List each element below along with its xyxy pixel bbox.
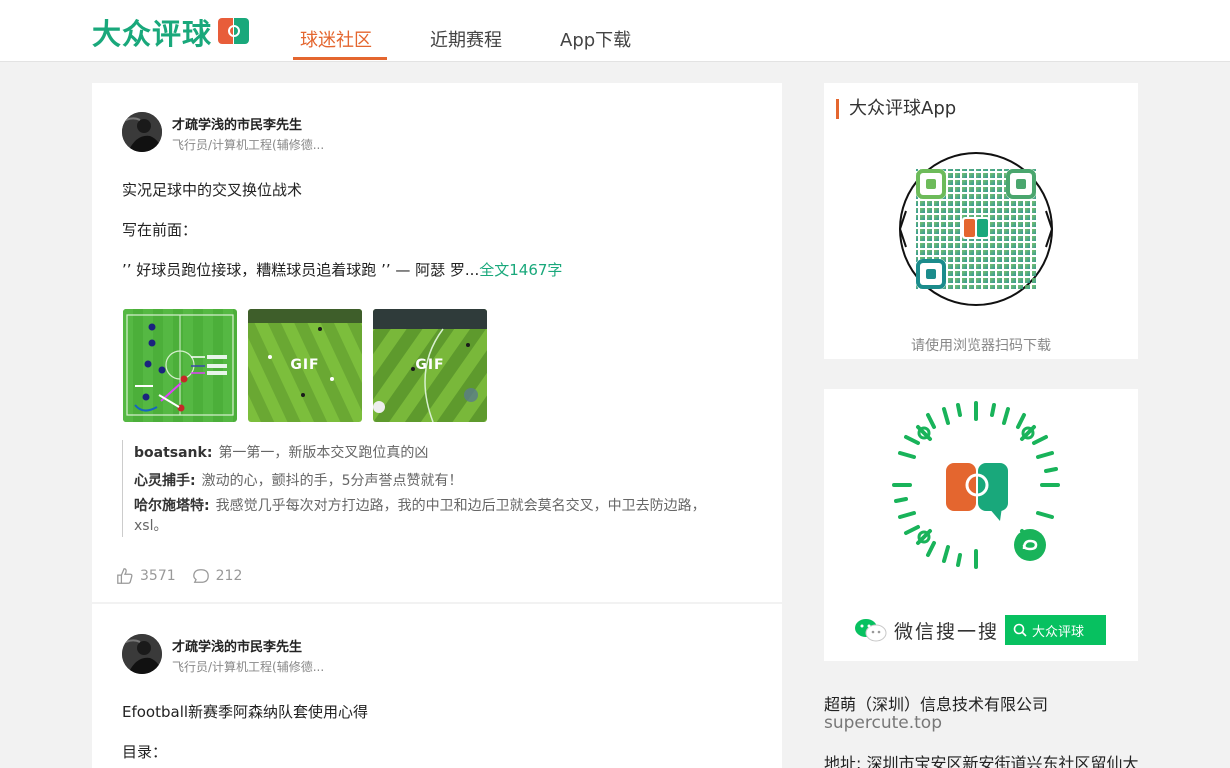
comment-text: 激动的心，颤抖的手，5分声誉点赞就有！ [201,473,463,489]
post-image-gif[interactable]: GIF [373,309,487,422]
gif-badge: GIF [290,357,320,373]
company-domain[interactable]: supercute.top [824,713,942,733]
comment-item[interactable]: 哈尔施塔特: 我感觉几乎每次对方打边路，我的中卫和边后卫就会莫名交叉，中卫去防边路… [134,496,729,536]
comment-button[interactable]: 212 [192,567,243,585]
nav-tab-community[interactable]: 球迷社区 [300,26,372,52]
qr-caption: 请使用浏览器扫码下载 [911,338,1051,354]
search-icon [1013,623,1027,637]
like-button[interactable]: 3571 [116,567,176,585]
avatar[interactable] [122,634,162,674]
company-address: 地址: 深圳市宝安区新安街道兴东社区留仙大 [824,754,1138,768]
comment-user: 哈尔施塔特: [134,498,210,514]
post-feed: 才疏学浅的市民李先生 飞行员/计算机工程(辅修德... 实况足球中的交叉换位战术… [92,83,782,768]
wechat-mini-panel: 微信搜一搜 大众评球 [824,389,1138,661]
logo-badge-icon [218,18,250,46]
comment-text: 第一第一，新版本交叉跑位真的凶 [218,445,429,461]
logo-text: 大众评球 [92,17,213,51]
wechat-search-value: 大众评球 [1032,624,1085,640]
comment-user: 心灵捕手: [134,473,196,489]
comment-item[interactable]: boatsank: 第一第一，新版本交叉跑位真的凶 [134,442,428,462]
comment-user: boatsank: [134,445,213,461]
hot-comments: boatsank: 第一第一，新版本交叉跑位真的凶 心灵捕手: 激动的心，颤抖的手，… [122,440,722,537]
thumbs-up-icon [117,568,133,584]
avatar[interactable] [122,112,162,152]
wechat-search-box[interactable]: 大众评球 [1005,615,1107,645]
gif-badge: GIF [415,357,445,373]
nav-active-indicator [293,57,387,60]
author-subtitle: 飞行员/计算机工程(辅修德... [172,660,325,674]
top-header: 大众评球 球迷社区 近期赛程 App下载 [0,0,1230,62]
read-more-link[interactable]: 全文1467字 [479,261,562,279]
app-qr-code [898,151,1054,307]
post-card[interactable]: 才疏学浅的市民李先生 飞行员/计算机工程(辅修德... Efootball新赛季… [92,604,782,768]
author-subtitle: 飞行员/计算机工程(辅修德... [172,138,325,152]
wechat-mini-code [888,397,1064,573]
nav-tab-schedule[interactable]: 近期赛程 [430,26,502,52]
comment-count: 212 [215,568,243,584]
post-image-gif[interactable]: GIF [248,309,362,422]
post-text-line: ’’ 好球员跑位接球，糟糕球员追着球跑 ’’ — 阿瑟 罗...全文1467字 [122,261,563,279]
company-name: 超萌（深圳）信息技术有限公司 [824,695,1049,714]
post-stats: 3571 212 [116,567,242,585]
post-card[interactable]: 才疏学浅的市民李先生 飞行员/计算机工程(辅修德... 实况足球中的交叉换位战术… [92,83,782,602]
post-text-line: 目录： [122,743,168,761]
app-download-panel: 大众评球App 请使用浏览器扫码下载 [824,83,1138,359]
wechat-search-bar[interactable]: 微信搜一搜 大众评球 [854,615,1107,645]
post-title[interactable]: Efootball新赛季阿森纳队套使用心得 [122,701,368,722]
app-panel-title: 大众评球App [836,99,956,119]
wechat-icon [855,619,887,642]
comment-text: 我感觉几乎每次对方打边路，我的中卫和边后卫就会莫名交叉，中卫去防边路，xsl。 [134,498,706,534]
site-logo[interactable]: 大众评球 [92,14,250,51]
comment-item[interactable]: 心灵捕手: 激动的心，颤抖的手，5分声誉点赞就有！ [134,470,463,490]
comment-bubble-icon [192,569,209,583]
author-name[interactable]: 才疏学浅的市民李先生 [172,636,302,655]
post-title[interactable]: 实况足球中的交叉换位战术 [122,179,302,200]
wechat-search-label: 微信搜一搜 [894,620,1000,643]
post-image-tactics[interactable] [123,309,237,422]
author-name[interactable]: 才疏学浅的市民李先生 [172,114,302,133]
like-count: 3571 [140,568,176,584]
nav-tab-app-download[interactable]: App下载 [560,26,631,52]
post-text-line: 写在前面： [122,221,198,239]
